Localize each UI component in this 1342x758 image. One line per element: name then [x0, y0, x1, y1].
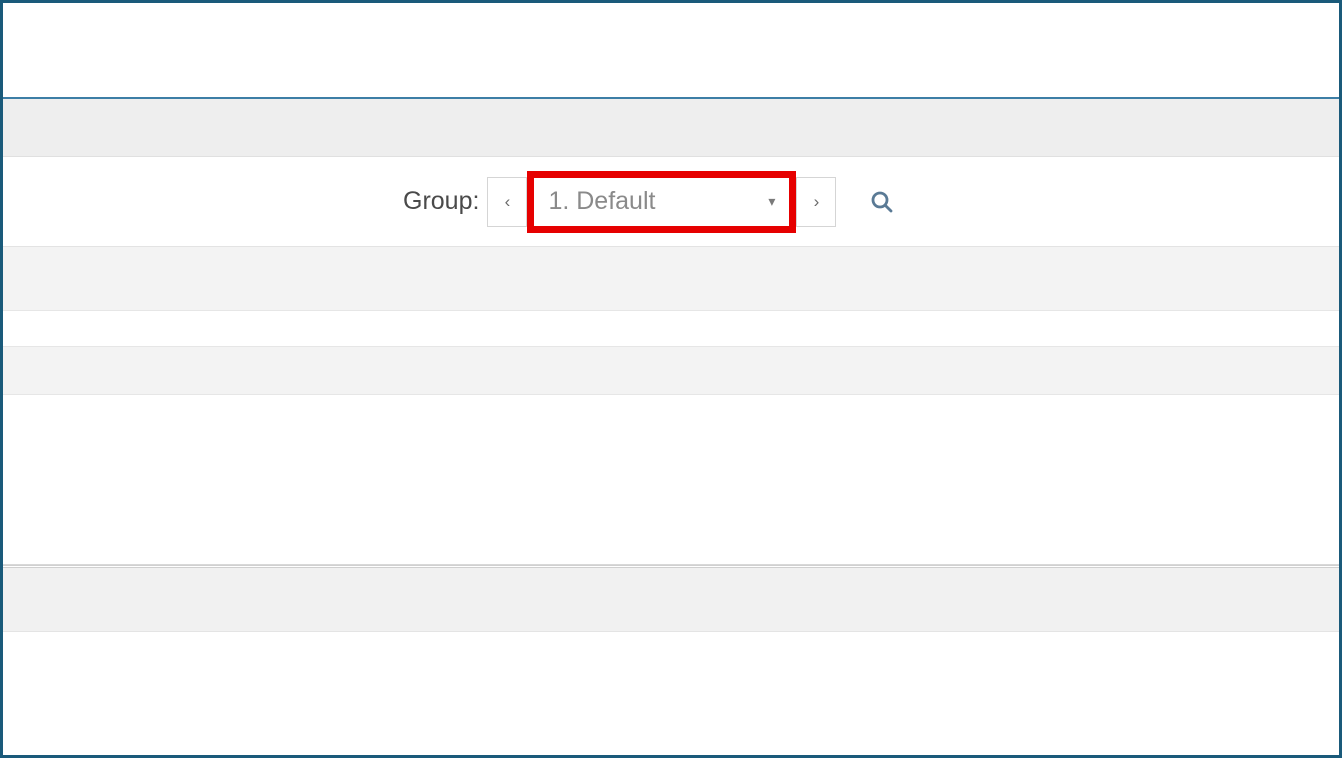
search-icon [870, 190, 894, 214]
group-prev-button[interactable]: ‹ [487, 177, 527, 227]
header-band [3, 99, 1339, 157]
content-band-5 [3, 568, 1339, 632]
chevron-right-icon: › [814, 192, 820, 212]
search-button[interactable] [862, 182, 902, 222]
content-band-3 [3, 347, 1339, 395]
group-label: Group: [403, 187, 479, 216]
content-band-6 [3, 632, 1339, 742]
content-band-1 [3, 247, 1339, 311]
group-control-row: Group: ‹ 1. Default ▾ › [3, 157, 1339, 247]
chevron-left-icon: ‹ [505, 192, 511, 212]
group-dropdown[interactable]: 1. Default ▾ [534, 178, 789, 226]
content-band-2 [3, 311, 1339, 347]
group-next-button[interactable]: › [796, 177, 836, 227]
chevron-down-icon: ▾ [768, 193, 775, 210]
group-dropdown-highlight: 1. Default ▾ [527, 171, 796, 233]
content-band-4 [3, 395, 1339, 565]
window-frame: Group: ‹ 1. Default ▾ › [0, 0, 1342, 758]
group-dropdown-selected: 1. Default [548, 187, 655, 216]
top-blank-area [3, 3, 1339, 99]
